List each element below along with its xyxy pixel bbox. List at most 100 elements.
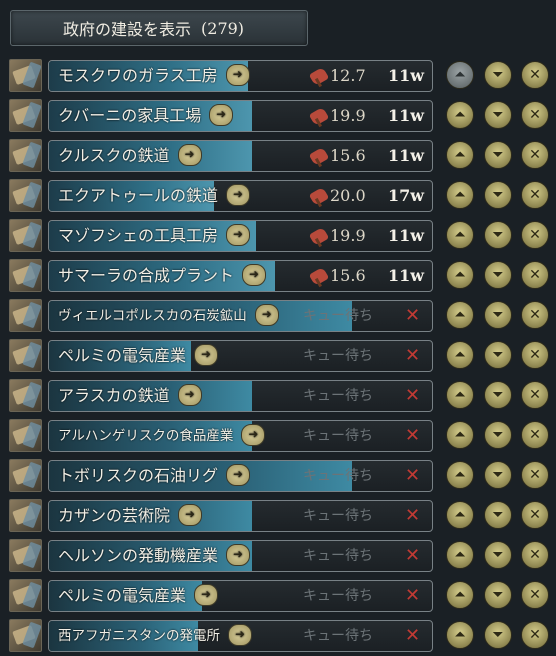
construction-progress-bar[interactable]: マゾフシェの工具工房 19.9 11w	[48, 220, 433, 252]
cancel-icon[interactable]: ✕	[521, 181, 549, 209]
construction-progress-bar[interactable]: ペルミの電気産業 キュー待ち ✕	[48, 340, 433, 372]
cancel-icon[interactable]: ✕	[521, 101, 549, 129]
government-construction-header[interactable]: 政府の建設を表示 (279)	[10, 10, 308, 46]
building-thumbnail-icon[interactable]	[9, 619, 42, 652]
cancel-icon[interactable]: ✕	[521, 541, 549, 569]
building-thumbnail-icon[interactable]	[9, 219, 42, 252]
move-down-icon[interactable]: ⏷	[484, 381, 512, 409]
move-up-icon[interactable]: ⏶	[446, 221, 474, 249]
cancel-icon[interactable]: ✕	[521, 61, 549, 89]
construction-progress-bar[interactable]: モスクワのガラス工房 12.7 11w	[48, 60, 433, 92]
building-thumbnail-icon[interactable]	[9, 59, 42, 92]
building-thumbnail-icon[interactable]	[9, 379, 42, 412]
go-to-arrow-icon[interactable]	[226, 183, 251, 206]
cancel-icon[interactable]: ✕	[521, 341, 549, 369]
cancel-icon[interactable]: ✕	[521, 461, 549, 489]
construction-progress-bar[interactable]: トボリスクの石油リグ キュー待ち ✕	[48, 460, 433, 492]
move-down-icon[interactable]: ⏷	[484, 461, 512, 489]
move-up-icon[interactable]: ⏶	[446, 261, 474, 289]
building-thumbnail-icon[interactable]	[9, 539, 42, 572]
construction-progress-bar[interactable]: ヘルソンの発動機産業 キュー待ち ✕	[48, 540, 433, 572]
building-thumbnail-icon[interactable]	[9, 579, 42, 612]
go-to-arrow-icon[interactable]	[177, 143, 202, 166]
move-up-icon[interactable]: ⏶	[446, 181, 474, 209]
building-thumbnail-icon[interactable]	[9, 419, 42, 452]
cancel-icon[interactable]: ✕	[521, 141, 549, 169]
building-thumbnail-icon[interactable]	[9, 139, 42, 172]
move-down-icon[interactable]: ⏷	[484, 61, 512, 89]
move-down-icon[interactable]: ⏷	[484, 421, 512, 449]
building-thumbnail-icon[interactable]	[9, 259, 42, 292]
queued-status: キュー待ち	[303, 508, 373, 524]
cancel-icon[interactable]: ✕	[521, 221, 549, 249]
building-thumbnail-icon[interactable]	[9, 179, 42, 212]
move-up-icon[interactable]: ⏶	[446, 301, 474, 329]
go-to-arrow-icon[interactable]	[254, 303, 279, 326]
no-construction-icon: ✕	[405, 505, 421, 526]
construction-progress-bar[interactable]: 西アフガニスタンの発電所 キュー待ち ✕	[48, 620, 433, 652]
go-to-arrow-icon[interactable]	[226, 463, 251, 486]
queued-status: キュー待ち	[303, 468, 373, 484]
go-to-arrow-icon[interactable]	[178, 503, 203, 526]
move-up-icon[interactable]: ⏶	[446, 621, 474, 649]
move-up-icon[interactable]: ⏶	[446, 581, 474, 609]
cancel-icon[interactable]: ✕	[521, 381, 549, 409]
cancel-icon[interactable]: ✕	[521, 421, 549, 449]
building-thumbnail-icon[interactable]	[9, 499, 42, 532]
cancel-icon[interactable]: ✕	[521, 261, 549, 289]
construction-progress-bar[interactable]: カザンの芸術院 キュー待ち ✕	[48, 500, 433, 532]
construction-row: トボリスクの石油リグ キュー待ち ✕ ⏶ ⏷ ✕	[0, 456, 556, 496]
construction-progress-bar[interactable]: サマーラの合成プラント 15.6 11w	[48, 260, 433, 292]
building-thumbnail-icon[interactable]	[9, 99, 42, 132]
move-up-icon[interactable]: ⏶	[446, 141, 474, 169]
construction-progress-bar[interactable]: アルハンゲリスクの食品産業 キュー待ち ✕	[48, 420, 433, 452]
move-down-icon[interactable]: ⏷	[484, 621, 512, 649]
go-to-arrow-icon[interactable]	[241, 423, 266, 446]
cancel-icon[interactable]: ✕	[521, 621, 549, 649]
move-down-icon[interactable]: ⏷	[484, 541, 512, 569]
go-to-arrow-icon[interactable]	[194, 343, 219, 366]
move-up-icon[interactable]: ⏶	[446, 101, 474, 129]
construction-queue-list: モスクワのガラス工房 12.7 11w ⏶ ⏷ ✕ クバーニの家具工場 19.9…	[0, 56, 556, 656]
go-to-arrow-icon[interactable]	[209, 103, 234, 126]
go-to-arrow-icon[interactable]	[194, 583, 219, 606]
construction-progress-bar[interactable]: アラスカの鉄道 キュー待ち ✕	[48, 380, 433, 412]
building-thumbnail-icon[interactable]	[9, 459, 42, 492]
move-down-icon[interactable]: ⏷	[484, 261, 512, 289]
construction-points: 20.0	[330, 186, 366, 205]
move-down-icon[interactable]: ⏷	[484, 301, 512, 329]
go-to-arrow-icon[interactable]	[226, 223, 251, 246]
move-down-icon[interactable]: ⏷	[484, 221, 512, 249]
construction-progress-bar[interactable]: ペルミの電気産業 キュー待ち ✕	[48, 580, 433, 612]
construction-progress-bar[interactable]: エクアトゥールの鉄道 20.0 17w	[48, 180, 433, 212]
go-to-arrow-icon[interactable]	[177, 383, 202, 406]
move-up-icon[interactable]: ⏶	[446, 421, 474, 449]
go-to-arrow-icon[interactable]	[225, 63, 250, 86]
go-to-arrow-icon[interactable]	[242, 263, 267, 286]
construction-progress-bar[interactable]: ヴィエルコポルスカの石炭鉱山 キュー待ち ✕	[48, 300, 433, 332]
move-up-icon[interactable]: ⏶	[446, 341, 474, 369]
move-down-icon[interactable]: ⏷	[484, 581, 512, 609]
construction-progress-bar[interactable]: クルスクの鉄道 15.6 11w	[48, 140, 433, 172]
move-up-icon[interactable]: ⏶	[446, 381, 474, 409]
building-name-text: カザンの芸術院	[58, 506, 171, 525]
move-up-icon[interactable]: ⏶	[446, 61, 474, 89]
building-thumbnail-icon[interactable]	[9, 299, 42, 332]
move-down-icon[interactable]: ⏷	[484, 341, 512, 369]
construction-points: 19.9	[330, 106, 366, 125]
building-name-text: モスクワのガラス工房	[58, 66, 218, 85]
move-up-icon[interactable]: ⏶	[446, 501, 474, 529]
cancel-icon[interactable]: ✕	[521, 581, 549, 609]
construction-progress-bar[interactable]: クバーニの家具工場 19.9 11w	[48, 100, 433, 132]
cancel-icon[interactable]: ✕	[521, 301, 549, 329]
move-down-icon[interactable]: ⏷	[484, 101, 512, 129]
move-down-icon[interactable]: ⏷	[484, 141, 512, 169]
move-down-icon[interactable]: ⏷	[484, 501, 512, 529]
go-to-arrow-icon[interactable]	[226, 543, 251, 566]
go-to-arrow-icon[interactable]	[228, 623, 252, 646]
move-down-icon[interactable]: ⏷	[484, 181, 512, 209]
move-up-icon[interactable]: ⏶	[446, 461, 474, 489]
cancel-icon[interactable]: ✕	[521, 501, 549, 529]
move-up-icon[interactable]: ⏶	[446, 541, 474, 569]
building-thumbnail-icon[interactable]	[9, 339, 42, 372]
